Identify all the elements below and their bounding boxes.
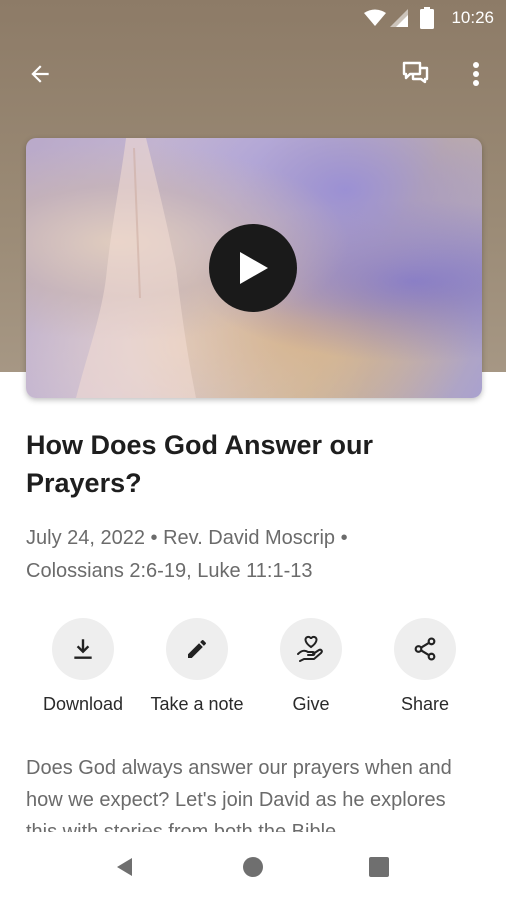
nav-back-button[interactable] [110,852,140,882]
status-time: 10:26 [451,8,494,27]
nav-recents-button[interactable] [364,852,394,882]
play-button[interactable] [209,224,297,312]
chat-icon [402,61,429,84]
give-hand-heart-icon [297,635,323,662]
status-bar: 10:26 [0,0,506,36]
video-player[interactable] [26,138,482,398]
take-note-button[interactable] [166,618,228,680]
share-action[interactable]: Share [365,618,485,715]
battery-icon [420,7,434,29]
give-label: Give [292,694,330,714]
share-button[interactable] [394,618,456,680]
sermon-scripture: Colossians 2:6-19, Luke 11:1-13 [26,560,313,582]
meta-separator: • [144,527,164,549]
nav-home-icon [243,857,263,877]
sermon-description: Does God always answer our prayers when … [26,757,452,832]
app-bar [0,48,506,100]
nav-recents-icon [369,857,389,877]
sermon-meta: July 24, 2022 • Rev. David Moscrip • Col… [26,522,480,588]
back-button[interactable] [20,54,60,94]
share-icon [414,637,436,661]
praying-hands-image [76,138,196,398]
take-note-action[interactable]: Take a note [137,618,257,715]
wifi-icon [364,9,386,26]
download-button[interactable] [52,618,114,680]
share-label: Share [400,694,450,714]
give-button[interactable] [280,618,342,680]
meta-separator: • [335,527,348,549]
give-action[interactable]: Give [251,618,371,715]
nav-home-button[interactable] [238,852,268,882]
back-arrow-icon [31,65,49,83]
more-vert-icon [473,62,479,86]
pencil-icon [188,639,207,658]
action-row: Download Take a note Give Share [0,618,506,728]
sermon-speaker: Rev. David Moscrip [163,527,336,549]
download-icon [74,639,92,659]
download-action[interactable]: Download [23,618,143,715]
nav-back-icon [117,858,132,876]
more-options-button[interactable] [456,54,496,94]
chat-button[interactable] [396,54,436,94]
sermon-title: How Does God Answer our Prayers? [26,430,374,498]
take-note-label: Take a note [150,694,244,714]
sermon-date: July 24, 2022 [26,527,145,549]
system-nav-bar [0,832,506,900]
download-label: Download [42,694,124,714]
play-icon [240,252,268,284]
signal-icon [390,9,408,27]
